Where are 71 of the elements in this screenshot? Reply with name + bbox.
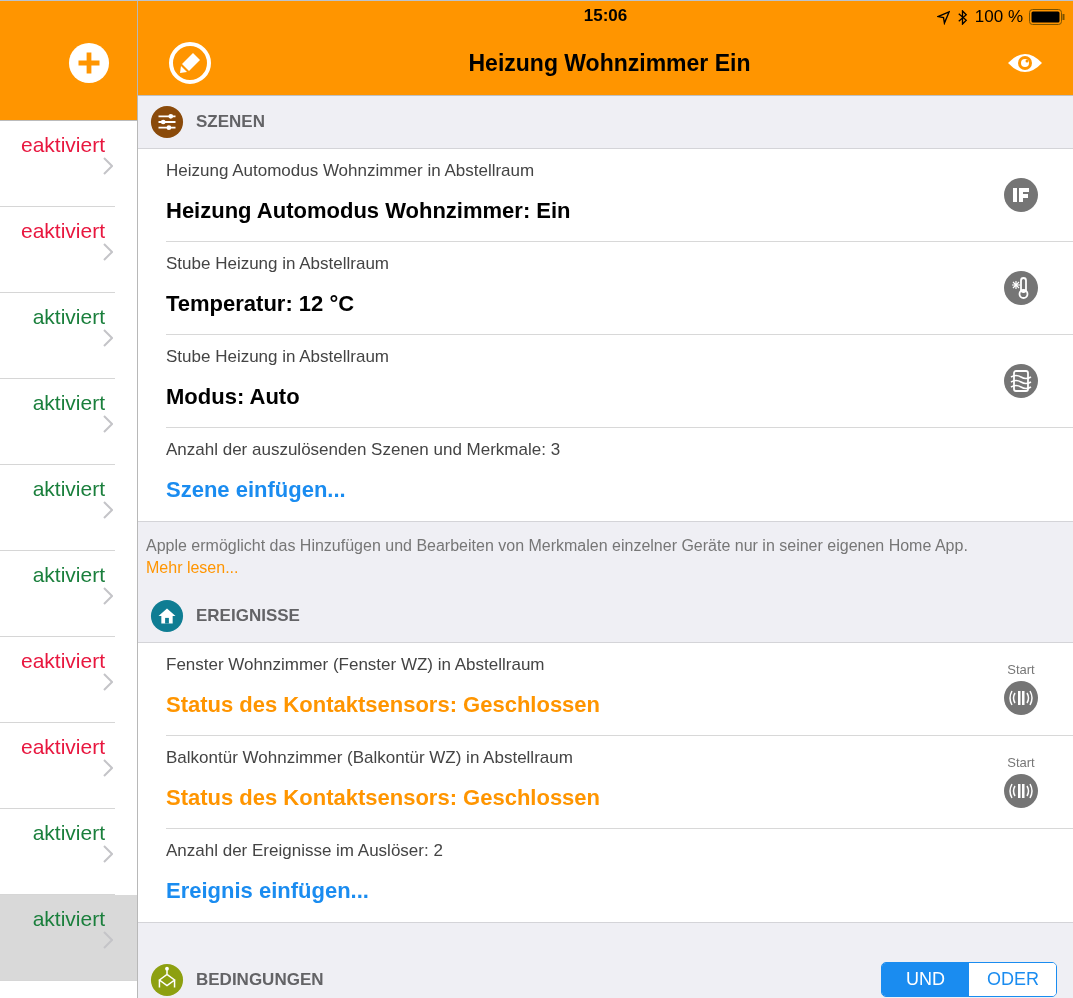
status-label: aktiviert (32, 562, 105, 588)
heater-icon (1003, 363, 1039, 399)
location-icon (936, 9, 950, 25)
chevron-icon (103, 501, 113, 519)
clock: 15:06 (583, 6, 628, 26)
event-row[interactable]: Fenster Wohnzimmer (Fenster WZ) in Abstellraum Status des Kontaktsensors: Geschlossen Start (166, 643, 1073, 736)
status-label: aktiviert (32, 820, 105, 846)
battery-icon (1029, 9, 1065, 25)
row-value: Temperatur: 12 °C (166, 291, 356, 317)
row-subtitle: Stube Heizung in Abstellraum (166, 347, 390, 367)
rule-list-item[interactable]: aktiviert (0, 551, 115, 637)
scene-row[interactable]: Stube Heizung in Abstellraum Modus: Auto (166, 335, 1073, 428)
rule-list-item[interactable]: aktiviert (0, 895, 137, 981)
chevron-icon (103, 845, 113, 863)
sliders-icon (150, 105, 184, 139)
contact-sensor-icon (1003, 680, 1039, 716)
status-label: eaktiviert (20, 648, 105, 674)
status-label: aktiviert (32, 390, 105, 416)
count-label: Anzahl der Ereignisse im Auslöser: 2 (166, 841, 443, 861)
logic-option[interactable]: UND (882, 963, 969, 996)
status-label: aktiviert (32, 304, 105, 330)
if-icon (1003, 177, 1039, 213)
contact-sensor-icon (1003, 773, 1039, 809)
row-value: Modus: Auto (166, 384, 301, 410)
status-label: eaktiviert (20, 132, 105, 158)
row-subtitle: Stube Heizung in Abstellraum (166, 254, 390, 274)
event-row[interactable]: Balkontür Wohnzimmer (Balkontür WZ) in Abstellraum Status des Kontaktsensors: Geschlossen Start (166, 736, 1073, 829)
edit-icon[interactable] (168, 41, 212, 85)
row-value: Heizung Automodus Wohnzimmer: Ein (166, 198, 571, 224)
thermometer-icon (1003, 270, 1039, 306)
house-icon (150, 599, 184, 633)
start-label: Start (1007, 755, 1035, 770)
chevron-icon (103, 157, 113, 175)
status-label: eaktiviert (20, 734, 105, 760)
section-title: BEDINGUNGEN (196, 969, 324, 990)
section-title: EREIGNISSE (196, 606, 300, 626)
rule-list-item[interactable]: eaktiviert (0, 637, 115, 723)
chevron-icon (103, 329, 113, 347)
rule-list-item[interactable]: eaktiviert (0, 121, 115, 207)
scene-row[interactable]: Stube Heizung in Abstellraum Temperatur: 12 °C (166, 242, 1073, 335)
chevron-icon (103, 243, 113, 261)
battery-percentage: 100 % (974, 7, 1023, 27)
rule-list-item[interactable]: aktiviert (0, 293, 115, 379)
eye-icon[interactable] (1007, 51, 1043, 75)
rule-list-item[interactable]: eaktiviert (0, 723, 115, 809)
status-label: aktiviert (32, 906, 105, 932)
add-icon[interactable] (68, 42, 110, 84)
scene-row[interactable]: Heizung Automodus Wohnzimmer in Abstellraum Heizung Automodus Wohnzimmer: Ein (166, 149, 1073, 242)
rule-list-item[interactable]: aktiviert (0, 465, 115, 551)
chevron-icon (103, 759, 113, 777)
info-note: Apple ermöglicht das Hinzufügen und Bearbeiten von Merkmalen einzelner Geräte nur in seiner eigenen Home App. Mehr lesen... (145, 536, 969, 578)
status-label: eaktiviert (20, 218, 105, 244)
window-title: Heizung Wohnzimmer Ein (468, 49, 751, 77)
count-label: Anzahl der auszulösenden Szenen und Merkmale: 3 (166, 440, 561, 460)
rule-list-item[interactable]: aktiviert (0, 379, 115, 465)
chevron-icon (103, 415, 113, 433)
row-value: Status des Kontaktsensors: Geschlossen (166, 785, 601, 811)
chevron-icon (103, 673, 113, 691)
add-event-link[interactable]: Ereignis einfügen... (166, 878, 443, 904)
chevron-icon (103, 587, 113, 605)
add-scene-link[interactable]: Szene einfügen... (166, 477, 561, 503)
flowchart-icon (150, 962, 184, 997)
logic-option[interactable]: ODER (969, 963, 1056, 996)
row-value: Status des Kontaktsensors: Geschlossen (166, 692, 601, 718)
row-subtitle: Fenster Wohnzimmer (Fenster WZ) in Abstellraum (166, 655, 546, 675)
rule-list-item[interactable]: eaktiviert (0, 207, 115, 293)
row-subtitle: Heizung Automodus Wohnzimmer in Abstellraum (166, 161, 536, 181)
section-title: SZENEN (196, 112, 265, 132)
status-label: aktiviert (32, 476, 105, 502)
row-subtitle: Balkontür Wohnzimmer (Balkontür WZ) in Abstellraum (166, 748, 574, 768)
start-label: Start (1007, 662, 1035, 677)
